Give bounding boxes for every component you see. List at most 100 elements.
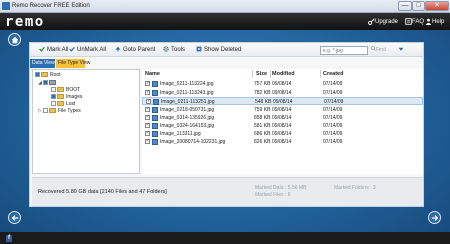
image-file-icon <box>152 107 158 113</box>
maximize-button[interactable]: □ <box>412 1 425 11</box>
toolbar: Mark All UnMark All Goto Parent Tools Sh… <box>30 43 423 57</box>
upgrade-label: Upgrade <box>375 19 399 25</box>
tree-item-root[interactable]: Root <box>35 72 61 79</box>
status-bar: Recovered 5.80 GB data [2140 Files and 4… <box>32 177 423 206</box>
file-modified: 09/08/14 <box>272 81 292 87</box>
column-name[interactable]: Name <box>145 70 160 78</box>
column-created[interactable]: Created <box>323 70 343 78</box>
file-created: 07/14/09 <box>323 139 343 145</box>
tree-checkbox[interactable] <box>43 108 48 114</box>
tree-item-drive[interactable]: ◢ <box>38 80 58 87</box>
uncheck-icon <box>69 47 75 53</box>
image-file-icon <box>153 99 159 105</box>
row-checkbox[interactable] <box>145 137 150 145</box>
faq-icon <box>405 18 412 25</box>
tree-label: Root <box>50 72 61 78</box>
file-name: Image_0324-164153.jpg <box>160 123 215 129</box>
find-button[interactable]: Find <box>371 46 386 55</box>
file-created: 07/14/09 <box>323 123 343 129</box>
row-checkbox[interactable] <box>145 88 150 96</box>
tree-checkbox[interactable] <box>51 101 56 107</box>
row-checkbox[interactable] <box>146 97 151 105</box>
file-size: 581 KB <box>254 123 271 129</box>
image-file-icon <box>152 81 158 87</box>
close-button[interactable]: ✕ <box>425 1 449 11</box>
image-file-icon <box>152 123 158 129</box>
folder-icon <box>49 108 56 114</box>
recovered-summary: Recovered 5.80 GB data [2140 Files and 4… <box>38 189 167 195</box>
next-button[interactable] <box>428 211 441 224</box>
file-name: Image_20080714-102231.jpg <box>160 139 226 145</box>
tree-checkbox[interactable] <box>51 94 56 100</box>
tree-item-file-types[interactable]: ▷ File Types <box>38 108 81 115</box>
app-header: remo Upgrade FAQ Help <box>0 13 450 30</box>
row-checkbox[interactable] <box>145 129 150 137</box>
chevron-down-icon[interactable] <box>398 47 404 52</box>
tree-item-lost[interactable]: Lost <box>51 101 75 108</box>
tree-label: File Types <box>58 108 81 114</box>
help-link[interactable]: Help <box>425 17 444 27</box>
faq-label: FAQ <box>412 19 425 25</box>
app-icon <box>2 2 10 10</box>
file-size: 548 KB <box>255 99 272 105</box>
tree-label: BOOT <box>66 87 81 93</box>
mark-all-button[interactable]: Mark All <box>39 46 68 55</box>
minimize-button[interactable]: — <box>398 1 412 11</box>
back-button[interactable] <box>8 211 21 224</box>
table-row[interactable]: Image_20080714-102231.jpg 826 KB 09/08/1… <box>142 137 423 146</box>
home-button[interactable] <box>8 33 21 46</box>
show-deleted-button[interactable]: Show Deleted <box>196 46 241 55</box>
file-name: Image_113311.jpg <box>160 131 201 137</box>
column-modified[interactable]: Modified <box>272 70 295 78</box>
show-deleted-label: Show Deleted <box>204 47 242 53</box>
unmark-all-button[interactable]: UnMark All <box>69 46 106 55</box>
main-panel: Mark All UnMark All Goto Parent Tools Sh… <box>29 42 424 207</box>
tree-label: Lost <box>66 101 76 107</box>
column-divider[interactable] <box>252 70 253 78</box>
folder-icon <box>57 101 64 107</box>
tab-data-view[interactable]: Data View <box>30 59 55 68</box>
file-size: 686 KB <box>254 131 271 137</box>
marked-folders: Marked Folders : 3 <box>334 185 376 191</box>
row-checkbox[interactable] <box>145 113 150 121</box>
faq-link[interactable]: FAQ <box>405 17 424 27</box>
tree-checkbox[interactable] <box>43 80 48 86</box>
tree-checkbox[interactable] <box>51 87 56 93</box>
image-file-icon <box>152 131 158 137</box>
bottom-bar: f <box>0 232 450 244</box>
table-row[interactable]: Image_0314-135926.jpg 858 KB 09/08/14 07… <box>142 113 423 122</box>
tab-file-type-view[interactable]: File Type View <box>56 59 90 68</box>
table-row[interactable]: Image_0324-164153.jpg 581 KB 09/08/14 07… <box>142 121 423 130</box>
folder-icon <box>41 72 48 78</box>
table-row[interactable]: Image_0211-113224.jpg 757 KB 09/08/14 07… <box>142 79 423 88</box>
upgrade-link[interactable]: Upgrade <box>368 17 398 27</box>
file-modified: 09/08/14 <box>273 99 293 105</box>
file-created: 07/14/09 <box>323 115 343 121</box>
image-file-icon <box>152 139 158 145</box>
file-modified: 09/08/14 <box>272 139 292 145</box>
goto-parent-button[interactable]: Goto Parent <box>115 46 155 55</box>
marked-data: Marked Data : 5.56 MB <box>255 185 307 191</box>
facebook-icon[interactable]: f <box>6 235 12 242</box>
drive-icon <box>49 80 56 86</box>
row-checkbox[interactable] <box>145 79 150 87</box>
column-size[interactable]: Size <box>256 70 267 78</box>
marked-files: Marked Files : 8 <box>255 192 291 198</box>
tree-checkbox[interactable] <box>35 72 40 78</box>
tree-item-boot[interactable]: BOOT <box>51 87 80 94</box>
image-file-icon <box>152 115 158 121</box>
tree-item-images[interactable]: Images <box>51 94 82 101</box>
table-row[interactable]: Image_0211-113243.jpg 782 KB 09/08/14 07… <box>142 88 423 97</box>
table-row[interactable]: Image_0218-050731.jpg 759 KB 09/08/14 07… <box>142 105 423 114</box>
table-row[interactable]: Image_113311.jpg 686 KB 09/08/14 07/14/0… <box>142 129 423 138</box>
file-name: Image_0211-113224.jpg <box>160 81 214 87</box>
table-row-selected[interactable]: Image_0211-113251.jpg 548 KB 09/08/14 07… <box>142 97 423 105</box>
check-icon <box>39 47 45 53</box>
row-checkbox[interactable] <box>145 121 150 129</box>
row-checkbox[interactable] <box>145 105 150 113</box>
column-divider[interactable] <box>270 70 271 78</box>
file-list: Name Size Modified Created Image_0211-11… <box>142 69 423 174</box>
tools-menu[interactable]: Tools <box>163 46 185 55</box>
column-divider[interactable] <box>320 70 321 78</box>
search-input[interactable] <box>320 46 368 55</box>
